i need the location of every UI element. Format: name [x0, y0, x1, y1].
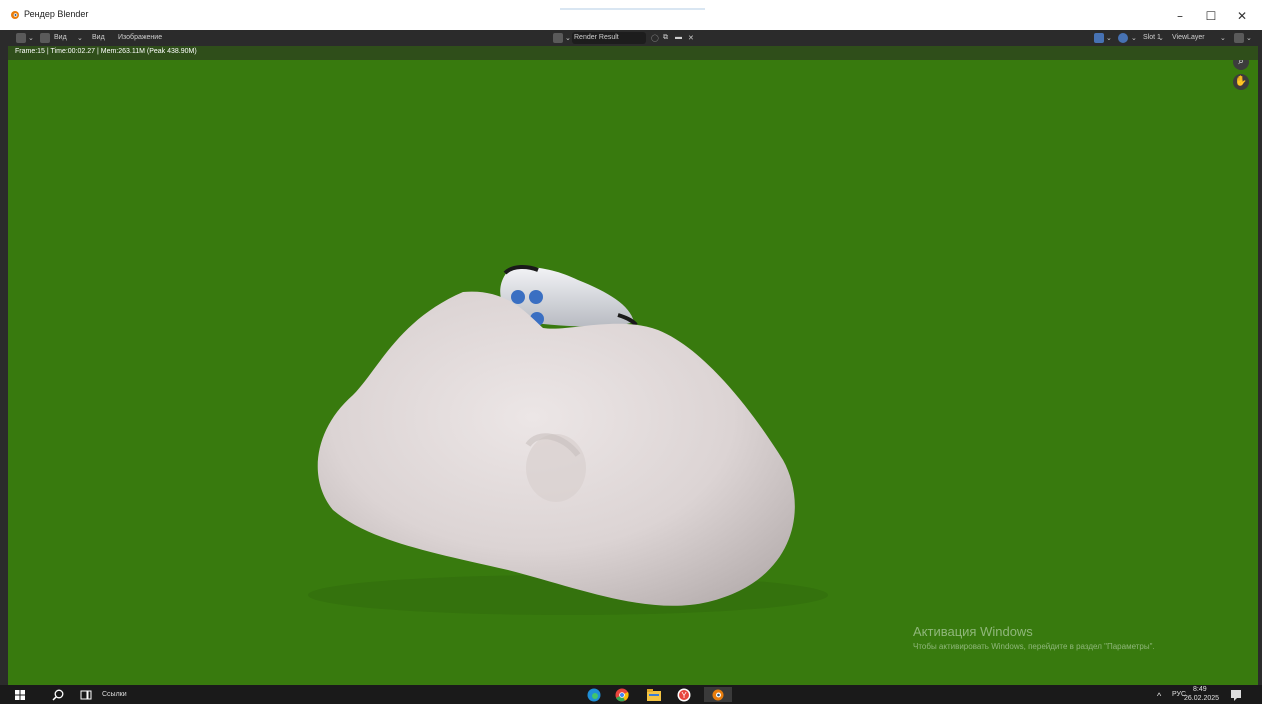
image-browse-icon[interactable]: [553, 33, 563, 43]
image-name-field[interactable]: Render Result: [572, 32, 646, 44]
yandex-icon[interactable]: Y: [676, 687, 692, 702]
open-folder-icon[interactable]: ▬: [675, 34, 682, 41]
editor-type-dropdown-icon[interactable]: ⌄: [28, 34, 34, 42]
view-layer-dropdown-icon[interactable]: ⌄: [1220, 34, 1226, 42]
view-layer-selector[interactable]: ViewLayer: [1172, 34, 1205, 41]
edge-icon[interactable]: [586, 687, 602, 702]
slot-dropdown-icon[interactable]: ⌄: [1158, 34, 1164, 42]
image-editor-icon[interactable]: [40, 33, 50, 43]
windows-start-icon[interactable]: [12, 687, 28, 702]
close-button[interactable]: ✕: [1232, 9, 1252, 23]
blender-taskbar-icon[interactable]: [704, 687, 732, 702]
sample-dropdown-icon[interactable]: ⌄: [1131, 34, 1137, 42]
menu-view-2[interactable]: Вид: [92, 34, 105, 41]
unlink-icon[interactable]: ✕: [688, 34, 694, 42]
view-dropdown-icon[interactable]: ⌄: [77, 34, 83, 42]
tray-expand-icon[interactable]: ^: [1157, 691, 1161, 701]
render-stats: Frame:15 | Time:00:02.27 | Mem:263.11M (…: [15, 48, 197, 55]
duplicate-icon[interactable]: ⧉: [663, 34, 668, 42]
sample-icon[interactable]: [1118, 33, 1128, 43]
cloud-shading: [526, 434, 586, 502]
render-image: [308, 265, 828, 615]
notification-icon[interactable]: [1228, 687, 1244, 702]
display-channels-icon[interactable]: [1094, 33, 1104, 43]
title-divider: [560, 8, 705, 10]
editor-type-icon[interactable]: [16, 33, 26, 43]
image-editor-header: ⌄ Вид ⌄ Вид Изображение ⌄ Render Result …: [0, 30, 1262, 46]
left-edge: [0, 46, 8, 685]
activation-subtitle: Чтобы активировать Windows, перейдите в …: [913, 642, 1155, 651]
sidebar-toggle-icon[interactable]: [1234, 33, 1244, 43]
window-titlebar: Рендер Blender – ☐ ✕: [0, 0, 1262, 30]
render-info-bar: Frame:15 | Time:00:02.27 | Mem:263.11M (…: [0, 46, 1262, 60]
svg-text:Y: Y: [681, 691, 687, 700]
window-title: Рендер Blender: [24, 9, 89, 19]
chrome-icon[interactable]: [614, 687, 630, 702]
hand-icon[interactable]: ✋: [1233, 74, 1249, 90]
links-toolbar[interactable]: Ссылки: [102, 687, 127, 702]
image-browse-dropdown-icon[interactable]: ⌄: [565, 34, 571, 42]
menu-image[interactable]: Изображение: [118, 34, 162, 41]
clock-date[interactable]: 26.02.2025: [1184, 695, 1219, 702]
fake-user-icon[interactable]: ◯: [651, 34, 659, 42]
menu-view-1[interactable]: Вид: [54, 34, 67, 41]
clock-time[interactable]: 8:49: [1193, 686, 1207, 693]
render-viewport[interactable]: ⌕ ✋ Активация Windows Чтобы активировать…: [8, 60, 1258, 685]
sidebar-dropdown-icon[interactable]: ⌄: [1246, 34, 1252, 42]
minimize-button[interactable]: –: [1170, 9, 1190, 23]
display-channels-dropdown-icon[interactable]: ⌄: [1106, 34, 1112, 42]
task-view-icon[interactable]: [78, 687, 94, 702]
windows-taskbar: Ссылки Y ^ РУС 8:49 26.02.2025: [0, 685, 1262, 704]
activation-title: Активация Windows: [913, 624, 1033, 639]
image-name-value: Render Result: [574, 34, 619, 41]
file-explorer-icon[interactable]: [646, 687, 662, 702]
blender-icon: [11, 11, 19, 19]
maximize-button[interactable]: ☐: [1201, 9, 1221, 23]
right-edge: [1258, 46, 1262, 685]
search-icon[interactable]: [50, 687, 66, 702]
